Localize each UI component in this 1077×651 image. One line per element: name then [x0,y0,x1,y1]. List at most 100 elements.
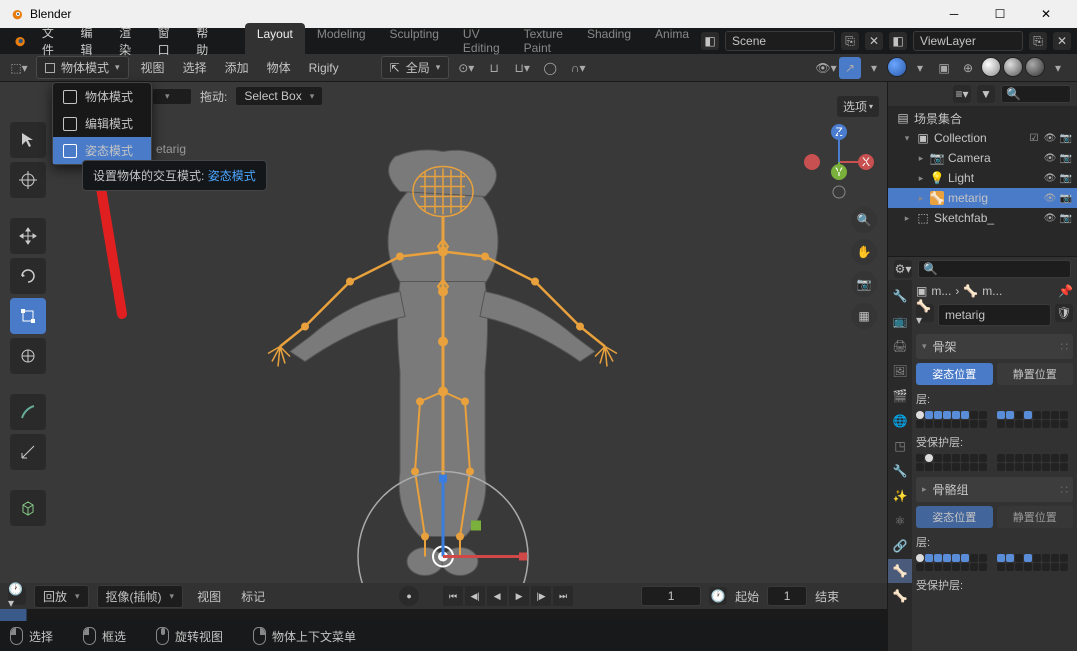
tab-texture-paint[interactable]: Texture Paint [512,23,575,59]
prop-tab-viewlayer[interactable]: 🖼 [888,359,912,383]
outliner-display-mode[interactable]: ≡▾ [953,85,971,103]
jump-to-end-button[interactable]: ⏭ [553,586,573,606]
proportional-toggle[interactable]: ◯ [539,57,561,79]
outliner-search-input[interactable]: 🔍 [1001,85,1071,103]
playback-menu[interactable]: 回放 [34,585,89,608]
header-add-menu[interactable]: 添加 [219,59,255,76]
prop-tab-constraints[interactable]: 🔗 [888,534,912,558]
mode-option-edit[interactable]: 编辑模式 [53,110,151,137]
tree-item-camera[interactable]: ▸ 📷Camera 👁📷 [888,148,1077,168]
tab-sculpting[interactable]: Sculpting [378,23,451,59]
header-object-menu[interactable]: 物体 [261,59,297,76]
snap-toggle[interactable]: ⊔ [483,57,505,79]
shading-dropdown[interactable]: ▾ [1047,57,1069,79]
tool-opt-dropdown[interactable] [152,88,192,105]
menu-window[interactable]: 窗口 [148,20,187,62]
tab-animation[interactable]: Anima [643,23,701,59]
play-button[interactable]: ▶ [509,586,529,606]
perspective-toggle-icon[interactable]: ▦ [851,303,877,329]
tab-shading[interactable]: Shading [575,23,643,59]
transform-tool[interactable] [10,338,46,374]
viewlayer-new-button[interactable]: ⎘ [1029,32,1047,50]
editor-type-dropdown[interactable]: ⬚▾ [8,57,30,79]
prop-tab-world[interactable]: 🌐 [888,409,912,433]
rest-position-button[interactable]: 静置位置 [997,363,1074,385]
overlay-toggle[interactable] [887,57,907,77]
minimize-button[interactable]: ─ [931,0,977,28]
prop-tab-armature[interactable]: 🦴 [888,559,912,583]
cursor-tool[interactable] [10,162,46,198]
select-tool[interactable] [10,122,46,158]
protected-layers[interactable] [916,454,1073,471]
visibility-toggle[interactable]: 👁▾ [815,57,837,79]
mode-selector[interactable]: 物体模式 [36,56,129,79]
pin-icon[interactable]: 📌 [1058,284,1073,298]
pivot-dropdown[interactable]: ⊙▾ [455,57,477,79]
close-button[interactable]: ✕ [1023,0,1069,28]
prop-tab-modifiers[interactable]: 🔧 [888,459,912,483]
panel-bonegroups-header[interactable]: 骨骼组∷ [916,477,1073,502]
maximize-button[interactable]: ☐ [977,0,1023,28]
keying-menu[interactable]: 抠像(插帧) [97,585,184,608]
pan-icon[interactable]: ✋ [851,239,877,265]
mode-option-object[interactable]: 物体模式 [53,83,151,110]
tree-collection[interactable]: ▾ ▣Collection ☑👁📷 [888,128,1077,148]
armature-browse-icon[interactable]: 🦴▾ [916,304,934,322]
start-frame-field[interactable]: 1 [767,586,807,606]
zoom-icon[interactable]: 🔍 [851,207,877,233]
pose-position-button[interactable]: 姿态位置 [916,363,993,385]
prop-tab-physics[interactable]: ⚛ [888,509,912,533]
tree-item-metarig[interactable]: ▸ 🦴metarig 👁📷 [888,188,1077,208]
scene-delete-button[interactable]: ✕ [865,32,883,50]
outliner-filter-icon[interactable]: ▼ [977,85,995,103]
tab-modeling[interactable]: Modeling [305,23,378,59]
viewlayer-delete-button[interactable]: ✕ [1053,32,1071,50]
scene-new-button[interactable]: ⎘ [841,32,859,50]
armature-name-field[interactable]: metarig [938,304,1051,326]
tab-layout[interactable]: Layout [245,23,305,59]
shield-icon[interactable]: 🛡 [1055,304,1073,322]
overlay-dropdown[interactable]: ▾ [909,57,931,79]
viewlayer-browse-icon[interactable]: ◧ [889,32,907,50]
rest-position-button-2[interactable]: 静置位置 [997,506,1074,528]
properties-search-input[interactable]: 🔍 [918,260,1071,278]
timecode-icon[interactable]: 🕐 [709,587,727,605]
panel-armature-header[interactable]: 骨架∷ [916,334,1073,359]
gizmo-toggle[interactable]: ↗ [839,57,861,79]
tree-item-light[interactable]: ▸ 💡Light 👁📷 [888,168,1077,188]
orientation-dropdown[interactable]: ⇱全局 [381,56,450,79]
prop-tab-particles[interactable]: ✨ [888,484,912,508]
proportional-dropdown[interactable]: ∩▾ [567,57,589,79]
timeline-editor-type[interactable]: 🕐▾ [8,587,26,605]
shading-solid[interactable] [981,57,1001,77]
xray-toggle[interactable]: ▣ [933,57,955,79]
tree-scene-collection[interactable]: ▤场景集合 [888,108,1077,128]
prop-tab-bone[interactable]: 🦴 [888,584,912,608]
measure-tool[interactable] [10,434,46,470]
drag-action-dropdown[interactable]: Select Box [235,86,323,106]
header-select-menu[interactable]: 选择 [177,59,213,76]
shading-material[interactable] [1003,57,1023,77]
scale-tool[interactable] [10,298,46,334]
header-view-menu[interactable]: 视图 [135,59,171,76]
prop-tab-object[interactable]: ◳ [888,434,912,458]
auto-keying-toggle[interactable]: ● [399,586,419,606]
annotate-tool[interactable] [10,394,46,430]
tree-item-sketchfab[interactable]: ▸ ⬚Sketchfab_ 👁📷 [888,208,1077,228]
scene-browse-icon[interactable]: ◧ [701,32,719,50]
prop-tab-render[interactable]: 📺 [888,309,912,333]
timeline-marker-menu[interactable]: 标记 [235,588,271,605]
snap-dropdown[interactable]: ⊔▾ [511,57,533,79]
move-tool[interactable] [10,218,46,254]
viewport-options-button[interactable]: 选项 [837,96,879,117]
add-cube-tool[interactable] [10,490,46,526]
jump-to-start-button[interactable]: ⏮ [443,586,463,606]
prop-tab-output[interactable]: 🖨 [888,334,912,358]
scene-name-field[interactable]: Scene [725,31,835,51]
pose-position-button-2[interactable]: 姿态位置 [916,506,993,528]
menu-help[interactable]: 帮助 [186,20,225,62]
tab-uv-editing[interactable]: UV Editing [451,23,512,59]
viewlayer-name-field[interactable]: ViewLayer [913,31,1023,51]
armature-layers-2[interactable] [916,554,1073,571]
rotate-tool[interactable] [10,258,46,294]
